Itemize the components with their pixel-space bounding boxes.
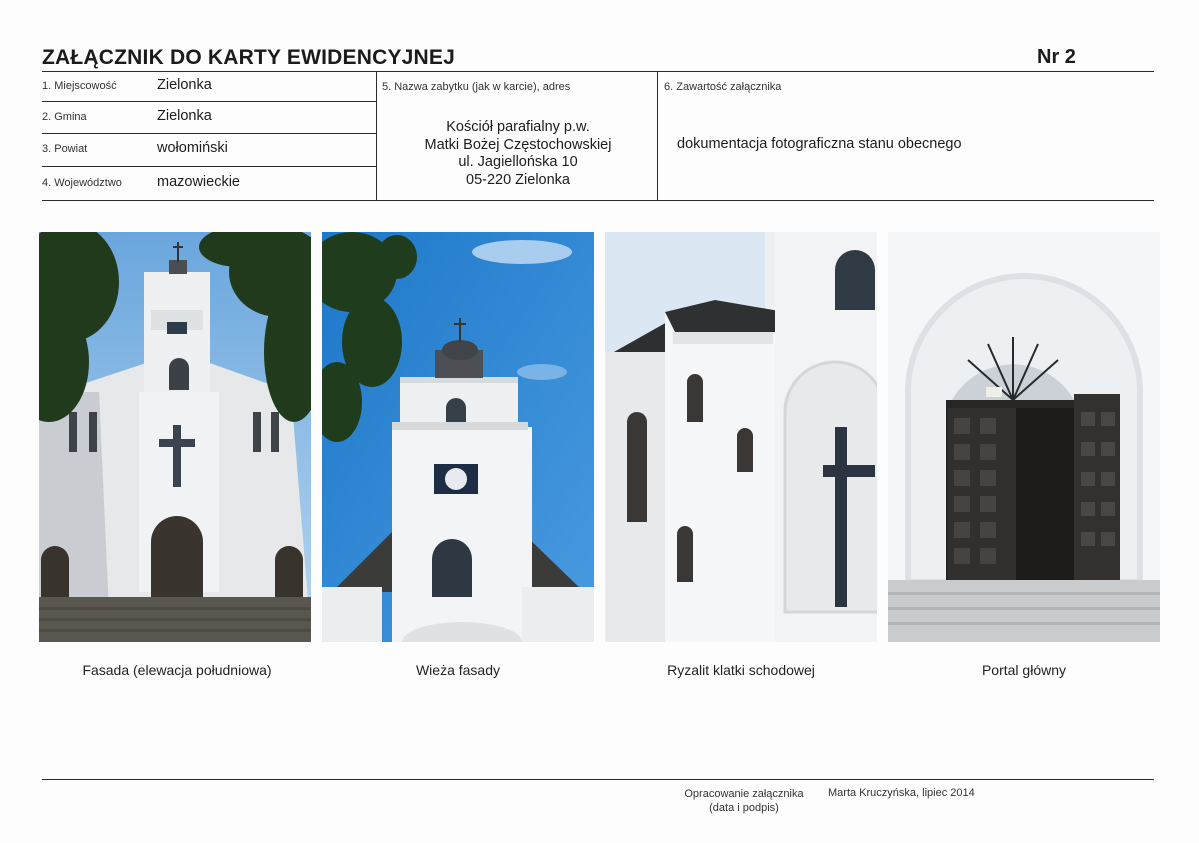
zawartosc-value: dokumentacja fotograficzna stanu obecneg… [677,136,962,152]
row-divider [42,166,376,167]
prepared-by-label: Opracowanie załącznika (data i podpis) [670,787,818,815]
address-line: Kościół parafialny p.w. [446,119,590,135]
column-divider [376,71,377,200]
miejscowosc-value: Zielonka [157,77,212,93]
gmina-value: Zielonka [157,108,212,124]
address-line: ul. Jagiellońska 10 [458,154,578,170]
nazwa-address: Kościół parafialny p.w. Matki Bożej Częs… [378,119,658,189]
miejscowosc-label: 1. Miejscowość [42,80,117,92]
gmina-label: 2. Gmina [42,111,87,123]
row-divider [42,101,376,102]
zawartosc-label: 6. Zawartość załącznika [664,81,782,93]
prepared-label-line: (data i podpis) [709,802,779,814]
nazwa-label: 5. Nazwa zabytku (jak w karcie), adres [382,81,571,93]
powiat-value: wołomiński [157,140,228,156]
document-title: ZAŁĄCZNIK DO KARTY EWIDENCYJNEJ [42,46,456,69]
powiat-label: 3. Powiat [42,143,88,155]
table-bottom-border [42,200,1154,201]
photo-caption: Fasada (elewacja południowa) [82,662,272,678]
photo-tower [322,232,594,642]
table-top-border [42,71,1154,72]
photo-caption: Ryzalit klatki schodowej [667,662,815,678]
photo-facade [39,232,311,642]
photo-caption: Wieża fasady [415,662,501,678]
address-line: Matki Bożej Częstochowskiej [424,136,612,153]
address-line: 05-220 Zielonka [466,171,570,188]
document-number: Nr 2 [1037,46,1076,68]
photo-caption: Portal główny [981,662,1067,678]
wojewodztwo-label: 4. Województwo [42,177,122,189]
prepared-label-line: Opracowanie załącznika [684,788,804,800]
row-divider [42,133,376,134]
footer-divider [42,779,1154,780]
photo-stairwell [605,232,877,642]
author-signature: Marta Kruczyńska, lipiec 2014 [828,787,975,799]
photo-portal [888,232,1160,642]
wojewodztwo-value: mazowieckie [157,174,240,190]
